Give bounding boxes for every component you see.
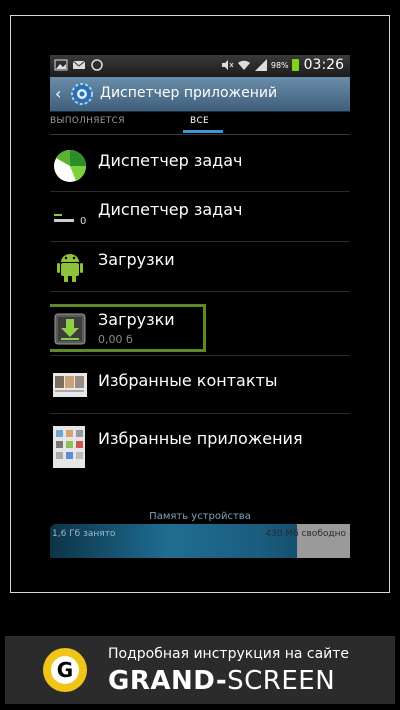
app-row-favorite-apps[interactable]: Избранные приложения bbox=[50, 417, 350, 469]
app-label: Диспетчер задач bbox=[98, 151, 243, 170]
tab-all[interactable]: ВСЕ bbox=[190, 116, 209, 126]
mail-icon bbox=[72, 60, 86, 69]
pie-chart-icon bbox=[54, 149, 87, 182]
battery-icon bbox=[291, 59, 299, 71]
page-title: Диспетчер приложений bbox=[100, 85, 278, 101]
app-label: Избранные приложения bbox=[98, 429, 303, 448]
highlight-box bbox=[50, 304, 206, 352]
promo-banner: G Подробная инструкция на сайте GRAND-SC… bbox=[5, 636, 395, 704]
back-chevron-icon[interactable]: ‹ bbox=[55, 84, 61, 103]
banner-brand: GRAND-SCREEN bbox=[108, 666, 335, 696]
task-widget-icon: 0 bbox=[54, 214, 86, 227]
banner-caption: Подробная инструкция на сайте bbox=[108, 646, 350, 662]
clock: 03:26 bbox=[303, 57, 344, 73]
phone-screen: 98% 03:26 ‹ Диспетчер приложений ВЫПОЛНЯ… bbox=[50, 55, 350, 560]
app-label: Загрузки bbox=[98, 250, 175, 269]
brand-right: SCREEN bbox=[227, 666, 336, 696]
app-row-task-manager-2[interactable]: 0 Диспетчер задач bbox=[50, 192, 350, 240]
tab-bar: ВЫПОЛНЯЕТСЯ ВСЕ bbox=[50, 112, 350, 135]
app-row-favorite-contacts[interactable]: Избранные контакты bbox=[50, 359, 350, 411]
status-bar: 98% 03:26 bbox=[50, 55, 350, 77]
sync-icon bbox=[91, 59, 103, 71]
divider bbox=[50, 413, 350, 414]
tab-active-indicator bbox=[183, 130, 223, 133]
android-icon bbox=[57, 254, 83, 282]
app-titlebar: ‹ Диспетчер приложений bbox=[50, 77, 350, 112]
gear-icon[interactable] bbox=[70, 82, 94, 106]
divider bbox=[50, 355, 350, 356]
brand-left: GRAND bbox=[108, 666, 216, 696]
brand-dash: - bbox=[215, 666, 228, 696]
apps-grid-icon bbox=[53, 426, 85, 468]
wifi-icon bbox=[237, 60, 250, 70]
grand-screen-logo-icon: G bbox=[43, 648, 87, 692]
app-label: Избранные контакты bbox=[98, 371, 278, 390]
contacts-icon bbox=[53, 373, 87, 397]
battery-percent: 98% bbox=[270, 60, 289, 70]
storage-footer: Память устройства 1,6 Гб занято 430 Мб с… bbox=[50, 508, 350, 560]
storage-title: Память устройства bbox=[149, 511, 251, 522]
app-row-downloads-1[interactable]: Загрузки bbox=[50, 242, 350, 290]
storage-used: 1,6 Гб занято bbox=[52, 529, 116, 539]
storage-free: 430 Мб свободно bbox=[265, 529, 346, 539]
signal-icon bbox=[254, 59, 267, 71]
gallery-icon bbox=[54, 59, 68, 71]
logo-letter: G bbox=[51, 656, 79, 684]
divider bbox=[50, 291, 350, 292]
svg-text:0: 0 bbox=[80, 216, 86, 227]
mute-icon bbox=[221, 60, 234, 70]
app-row-task-manager-1[interactable]: Диспетчер задач bbox=[50, 143, 350, 189]
app-label: Диспетчер задач bbox=[98, 200, 243, 219]
tab-running[interactable]: ВЫПОЛНЯЕТСЯ bbox=[50, 116, 125, 126]
